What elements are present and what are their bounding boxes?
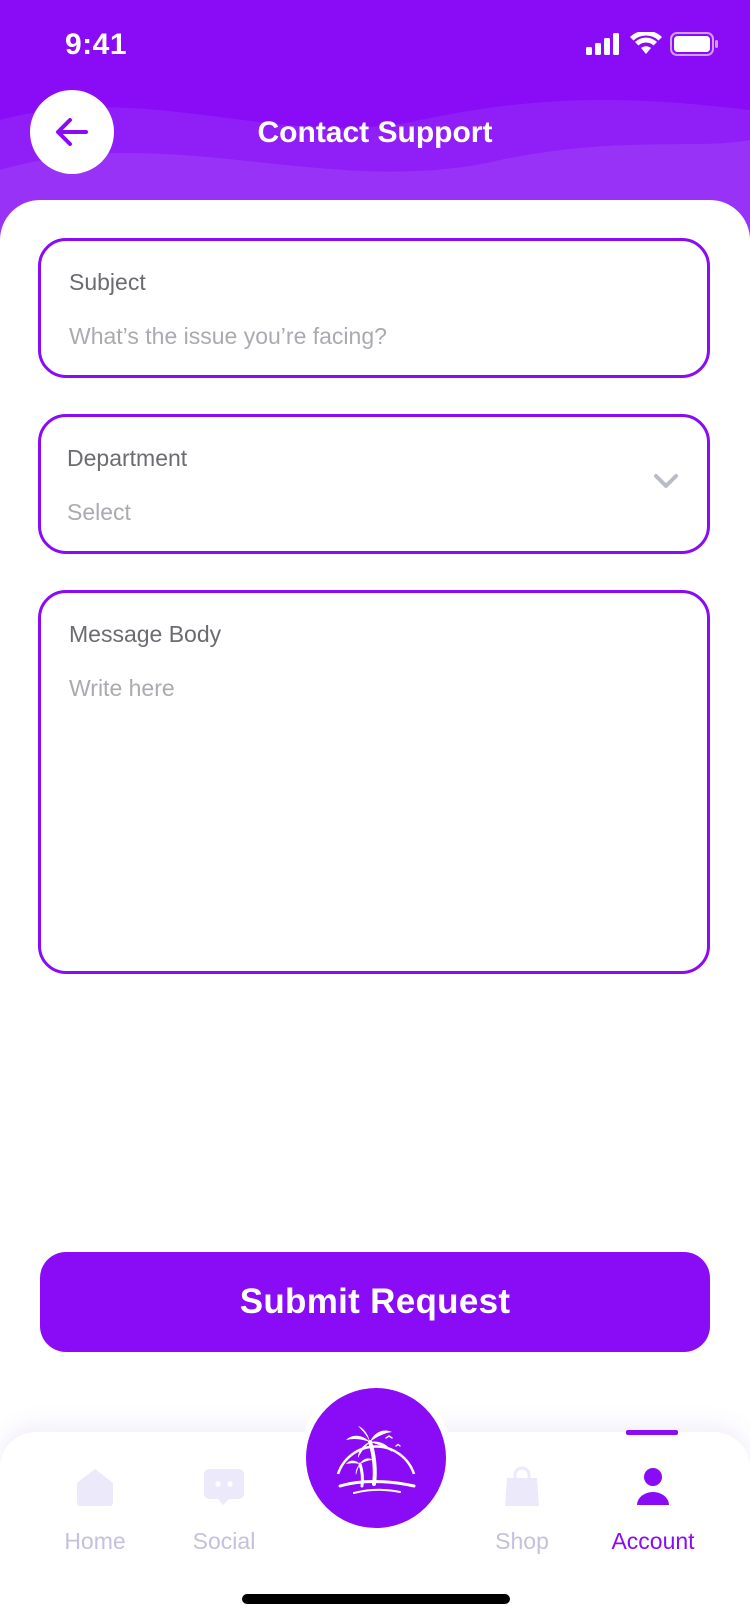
home-indicator xyxy=(242,1594,510,1604)
message-label: Message Body xyxy=(69,621,222,647)
status-icons xyxy=(586,32,718,56)
department-select[interactable]: Department Select xyxy=(38,414,710,554)
shopping-bag-icon xyxy=(505,1466,539,1506)
subject-label: Subject xyxy=(69,269,146,295)
tab-home-label: Home xyxy=(64,1528,126,1554)
department-label: Department xyxy=(67,445,188,471)
tab-social[interactable]: Social xyxy=(164,1462,284,1555)
battery-icon xyxy=(670,32,718,56)
tab-social-label: Social xyxy=(192,1528,256,1554)
tab-account-label: Account xyxy=(611,1528,695,1554)
subject-field[interactable]: Subject What’s the issue you’re facing? xyxy=(38,238,710,378)
message-input[interactable]: Write here xyxy=(69,675,175,702)
palm-tree-icon xyxy=(336,1426,416,1494)
user-icon xyxy=(637,1468,669,1505)
signal-icon xyxy=(586,33,619,55)
tab-account[interactable]: Account xyxy=(593,1462,713,1555)
center-home-button[interactable] xyxy=(306,1388,446,1528)
page-title: Contact Support xyxy=(257,116,493,149)
chevron-down-icon[interactable] xyxy=(653,473,679,491)
active-tab-indicator xyxy=(626,1430,678,1435)
subject-input[interactable]: What’s the issue you’re facing? xyxy=(69,323,387,350)
tab-home[interactable]: Home xyxy=(35,1462,155,1555)
status-bar: 9:41 xyxy=(0,0,750,90)
tab-shop-label: Shop xyxy=(495,1528,549,1554)
department-value[interactable]: Select xyxy=(67,499,131,526)
chat-icon xyxy=(204,1469,244,1505)
submit-request-button[interactable]: Submit Request xyxy=(40,1252,710,1352)
home-icon xyxy=(77,1469,113,1506)
tab-shop[interactable]: Shop xyxy=(462,1462,582,1555)
wifi-icon xyxy=(630,32,662,54)
status-time: 9:41 xyxy=(65,28,128,61)
message-field[interactable]: Message Body Write here xyxy=(38,590,710,974)
